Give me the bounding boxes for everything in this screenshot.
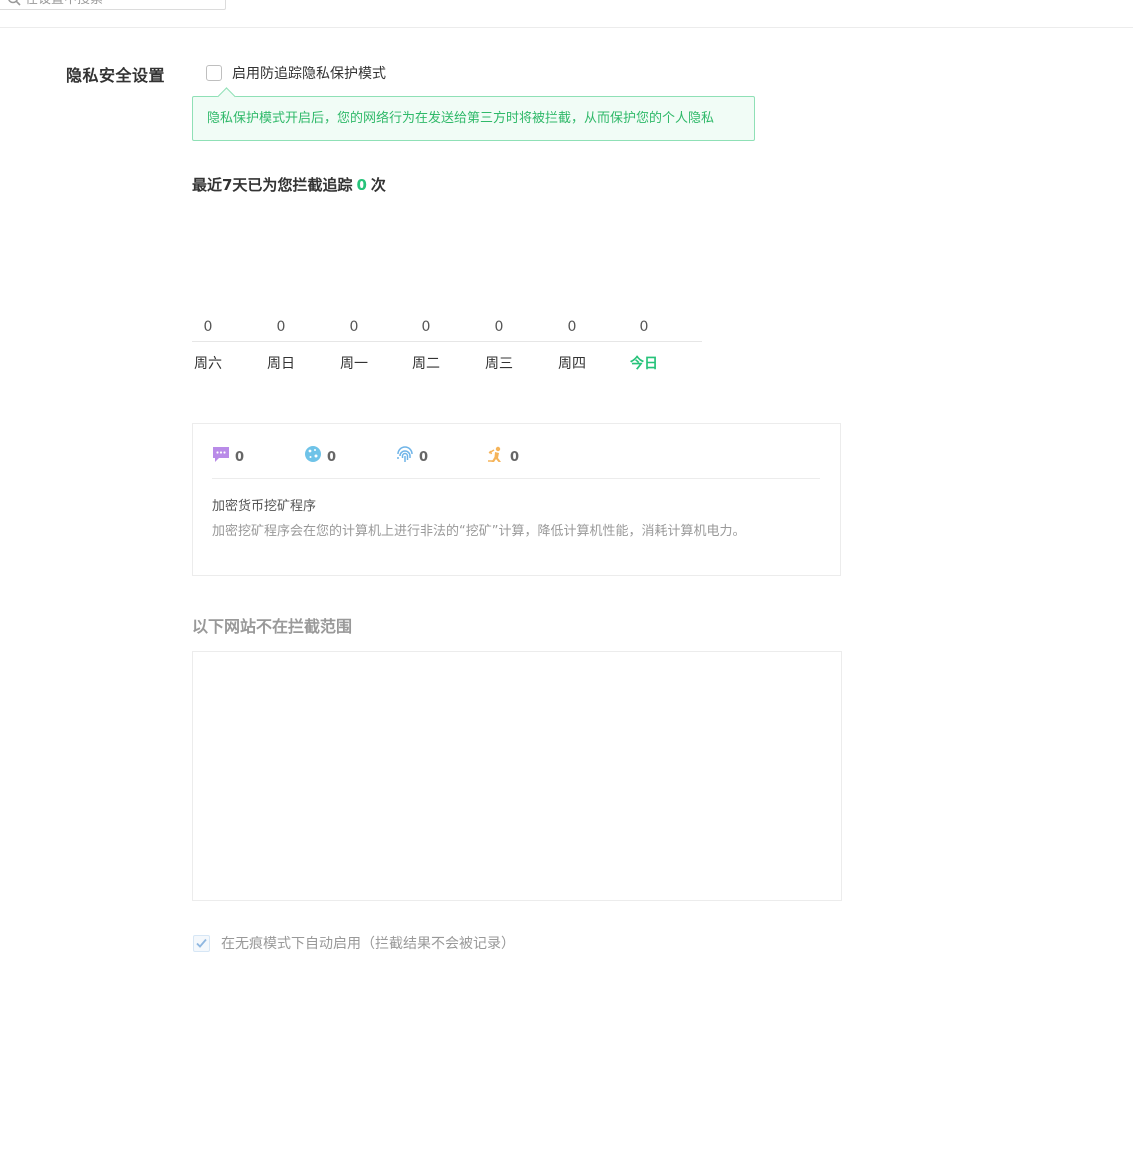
category-fingerprint-tracker[interactable]: 0 [396,445,429,465]
daily-stats: 0 周六 0 周日 0 周一 0 周二 0 周三 0 周四 0 今日 [192,318,702,378]
daily-axis [192,341,702,342]
incognito-checkbox[interactable] [193,934,210,952]
blocked-count: 0 [356,176,367,194]
category-title: 加密货币挖矿程序 [212,499,317,514]
day-column: 0 周六 [192,318,224,372]
day-value: 0 [276,319,286,335]
category-count: 0 [419,449,429,465]
search-input[interactable] [25,0,215,8]
fingerprint-icon [397,446,413,462]
blocked-stats-title: 最近7天已为您拦截追踪 0 次 [192,174,386,195]
settings-search[interactable] [0,0,226,10]
day-value: 0 [349,319,359,335]
day-column: 0 周一 [338,318,370,372]
day-label: 周日 [267,356,295,372]
search-icon [8,0,21,6]
day-column: 0 周日 [265,318,297,372]
category-count: 0 [235,449,245,465]
day-value: 0 [567,319,577,335]
incognito-label: 在无痕模式下自动启用（拦截结果不会被记录） [221,936,515,952]
day-value: 0 [639,319,649,335]
category-description: 加密挖矿程序会在您的计算机上进行非法的“挖矿”计算，降低计算机性能，消耗计算机电… [212,524,746,539]
category-count: 0 [510,449,520,465]
day-label: 周三 [485,356,513,372]
excluded-sites-list[interactable] [192,651,842,901]
day-column: 0 周三 [483,318,515,372]
category-chat-tracker[interactable]: 0 [212,445,245,465]
stats-title-prefix: 最近7天已为您拦截追踪 [192,176,353,194]
day-value: 0 [421,319,431,335]
chat-bubble-icon [213,447,229,462]
day-column-today: 0 今日 [628,318,660,372]
day-value: 0 [494,319,504,335]
day-label: 周六 [194,356,222,372]
category-cookie-tracker[interactable]: 0 [304,445,337,465]
enable-privacy-label: 启用防追踪隐私保护模式 [232,66,386,82]
stats-title-suffix: 次 [370,176,386,194]
incognito-auto-enable[interactable]: 在无痕模式下自动启用（拦截结果不会被记录） [193,933,515,953]
miner-icon [488,446,501,462]
tracker-category-panel: 0 0 0 0 加密货币挖矿程序 加密挖矿程序会在您的计算机上进行非法的“挖矿”… [192,423,841,576]
category-count: 0 [327,449,337,465]
privacy-tip: 隐私保护模式开启后，您的网络行为在发送给第三方时将被拦截，从而保护您的个人隐私 [192,96,755,141]
section-title: 隐私安全设置 [66,66,166,85]
day-label: 周四 [558,356,586,372]
day-column: 0 周四 [556,318,588,372]
excluded-sites-title: 以下网站不在拦截范围 [192,617,353,636]
top-bar [0,0,1133,28]
day-label: 周二 [412,356,440,372]
day-value: 0 [203,319,213,335]
tracker-category-list: 0 0 0 0 [212,445,820,479]
enable-privacy-checkbox[interactable] [206,65,222,81]
enable-privacy-mode[interactable]: 启用防追踪隐私保护模式 [206,63,386,83]
checkmark-icon [196,938,207,948]
day-label: 周一 [340,356,368,372]
day-column: 0 周二 [410,318,442,372]
cookie-icon [305,446,321,462]
category-crypto-miner[interactable]: 0 [487,445,520,465]
day-label: 今日 [630,356,658,372]
